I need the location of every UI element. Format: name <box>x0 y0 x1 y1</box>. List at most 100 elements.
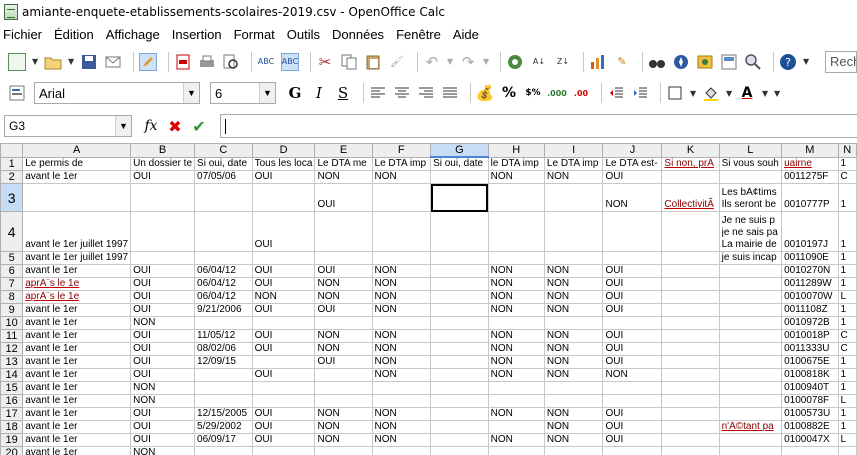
spellcheck-icon[interactable]: ABC <box>257 53 275 71</box>
underline-button[interactable]: S <box>334 84 352 102</box>
cell-a4[interactable]: avant le 1er juillet 1997 <box>22 211 132 252</box>
cell-i2[interactable]: NON <box>543 170 604 184</box>
cell-k7[interactable] <box>661 277 720 291</box>
cell-d2[interactable]: OUI <box>251 170 316 184</box>
cell-m12[interactable]: 0011333U <box>781 342 839 356</box>
cell-n15[interactable]: 1 <box>837 381 857 395</box>
cell-a18[interactable]: avant le 1er <box>22 420 132 434</box>
cell-b7[interactable]: OUI <box>130 277 196 291</box>
cell-c15[interactable] <box>194 381 253 395</box>
cell-k14[interactable] <box>661 368 720 382</box>
cell-d16[interactable] <box>251 394 316 408</box>
cell-j10[interactable] <box>602 316 663 330</box>
cell-h10[interactable] <box>487 316 545 330</box>
cell-d13[interactable] <box>251 355 316 369</box>
cell-b3[interactable] <box>130 183 196 212</box>
cell-b20[interactable]: NON <box>130 446 196 455</box>
cell-a12[interactable]: avant le 1er <box>22 342 132 356</box>
new-document-icon[interactable] <box>8 52 26 71</box>
cell-d18[interactable]: OUI <box>251 420 316 434</box>
cell-g19[interactable] <box>430 433 489 447</box>
cell-k2[interactable] <box>661 170 720 184</box>
find-replace-icon[interactable] <box>648 53 666 71</box>
cell-k5[interactable] <box>661 251 720 265</box>
cell-m18[interactable]: 0100882E <box>781 420 839 434</box>
cell-j15[interactable] <box>602 381 663 395</box>
cell-i14[interactable]: NON <box>543 368 604 382</box>
cell-k16[interactable] <box>661 394 720 408</box>
cell-c1[interactable]: Si oui, date <box>194 156 253 171</box>
accept-icon[interactable]: ✔ <box>190 117 208 136</box>
cell-b1[interactable]: Un dossier te <box>130 156 196 171</box>
cell-b9[interactable]: OUI <box>130 303 196 317</box>
cell-e3[interactable]: OUI <box>314 183 373 212</box>
toolbar-overflow-arrow[interactable]: ▼ <box>803 57 811 66</box>
open-folder-icon[interactable] <box>44 53 62 71</box>
cell-m3[interactable]: 0010777P <box>781 183 839 212</box>
sort-descending-icon[interactable]: Z↓ <box>554 53 572 71</box>
cell-m1[interactable]: uairne <box>781 156 839 171</box>
cell-f2[interactable]: NON <box>371 170 432 184</box>
select-all-corner[interactable] <box>0 143 24 158</box>
cell-f16[interactable] <box>371 394 432 408</box>
chart-icon[interactable] <box>589 53 607 71</box>
cell-b14[interactable]: OUI <box>130 368 196 382</box>
cell-l2[interactable] <box>718 170 783 184</box>
cell-d7[interactable]: OUI <box>251 277 316 291</box>
cell-l14[interactable] <box>718 368 783 382</box>
cell-h15[interactable] <box>487 381 545 395</box>
cell-b2[interactable]: OUI <box>130 170 196 184</box>
standard-format-icon[interactable]: $% <box>524 84 542 102</box>
menu-format[interactable]: Format <box>234 27 275 42</box>
cell-g14[interactable] <box>430 368 489 382</box>
cell-a9[interactable]: avant le 1er <box>22 303 132 317</box>
cell-c16[interactable] <box>194 394 253 408</box>
cell-e10[interactable] <box>314 316 373 330</box>
cell-m20[interactable] <box>781 446 839 455</box>
cell-e13[interactable]: OUI <box>314 355 373 369</box>
cell-g20[interactable] <box>430 446 489 455</box>
cell-m9[interactable]: 0011108Z <box>781 303 839 317</box>
cell-d17[interactable]: OUI <box>251 407 316 421</box>
hyperlink-icon[interactable] <box>506 53 524 71</box>
cell-n12[interactable]: C <box>837 342 857 356</box>
cell-e17[interactable]: NON <box>314 407 373 421</box>
cell-e20[interactable] <box>314 446 373 455</box>
column-header-h[interactable]: H <box>487 143 545 158</box>
cell-d9[interactable]: OUI <box>251 303 316 317</box>
cell-h17[interactable]: NON <box>487 407 545 421</box>
cell-n20[interactable] <box>837 446 857 455</box>
cell-n6[interactable]: 1 <box>837 264 857 278</box>
cell-h4[interactable] <box>487 211 545 252</box>
redo-dropdown-arrow[interactable]: ▼ <box>483 57 491 66</box>
show-draw-functions-icon[interactable]: ✎ <box>613 53 631 71</box>
cell-l8[interactable] <box>718 290 783 304</box>
cell-b12[interactable]: OUI <box>130 342 196 356</box>
cell-k6[interactable] <box>661 264 720 278</box>
cell-f1[interactable]: Le DTA imp <box>371 156 432 171</box>
cell-c12[interactable]: 08/02/06 <box>194 342 253 356</box>
cell-m4[interactable]: 0010197J <box>781 211 839 252</box>
cell-g15[interactable] <box>430 381 489 395</box>
print-preview-icon[interactable] <box>222 53 240 71</box>
cell-b6[interactable]: OUI <box>130 264 196 278</box>
cell-d1[interactable]: Tous les loca <box>251 156 316 171</box>
cell-f18[interactable]: NON <box>371 420 432 434</box>
cell-f5[interactable] <box>371 251 432 265</box>
font-size-combo[interactable]: 6 ▼ <box>210 82 276 104</box>
cell-l10[interactable] <box>718 316 783 330</box>
justify-icon[interactable] <box>441 84 459 102</box>
cell-a20[interactable]: avant le 1er <box>22 446 132 455</box>
row-header-7[interactable]: 7 <box>0 277 24 291</box>
cell-n18[interactable]: 1 <box>837 420 857 434</box>
cell-g1[interactable]: Si oui, date <box>430 156 489 171</box>
undo-icon[interactable]: ↶ <box>423 53 441 71</box>
cell-i20[interactable] <box>543 446 604 455</box>
cell-h13[interactable]: NON <box>487 355 545 369</box>
help-icon[interactable]: ? <box>779 53 797 71</box>
cell-k8[interactable] <box>661 290 720 304</box>
cell-i11[interactable]: NON <box>543 329 604 343</box>
column-header-l[interactable]: L <box>718 143 783 158</box>
cell-e18[interactable]: NON <box>314 420 373 434</box>
cell-g8[interactable] <box>430 290 489 304</box>
